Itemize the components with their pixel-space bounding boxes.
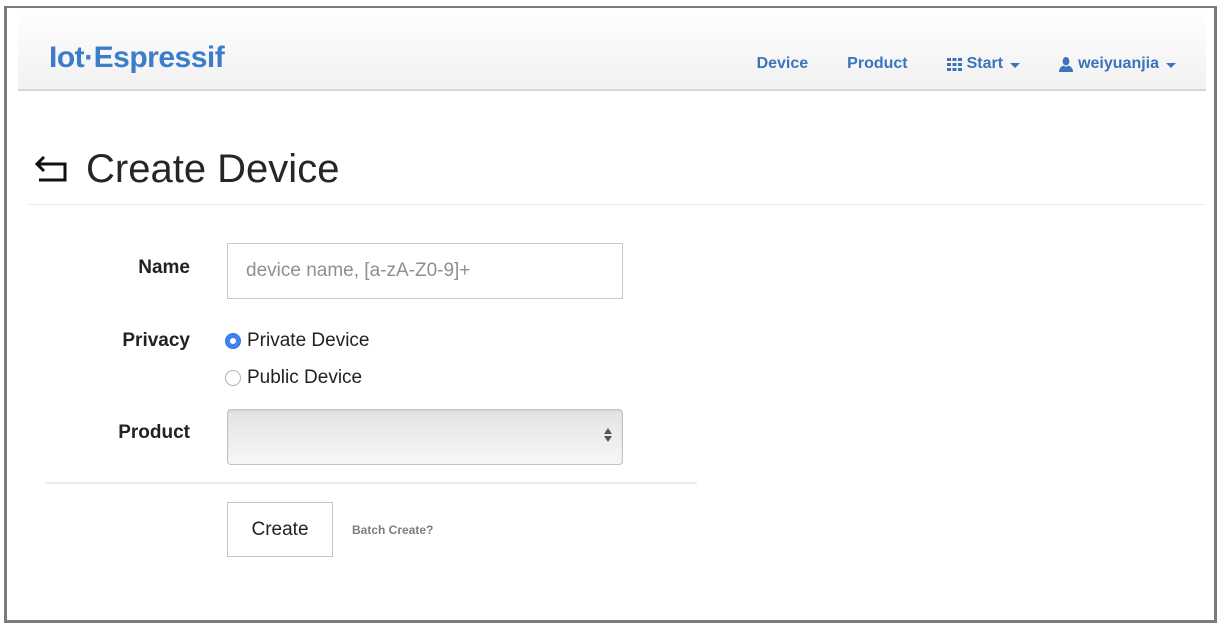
caret-down-icon <box>1010 62 1021 68</box>
name-label: Name <box>138 257 190 278</box>
product-select[interactable] <box>227 409 623 465</box>
select-arrows-icon <box>604 428 612 442</box>
radio-label: Private Device <box>247 330 370 351</box>
nav-item-product[interactable]: Product <box>847 55 907 73</box>
nav-menu: Device Product Start weiyuanjia <box>718 55 1176 73</box>
nav-item-user-dropdown[interactable]: weiyuanjia <box>1059 55 1176 73</box>
radio-public-device[interactable]: Public Device <box>225 367 362 389</box>
radio-private-device[interactable]: Private Device <box>225 330 370 352</box>
radio-checked-icon[interactable] <box>225 333 241 349</box>
browser-frame: Iot·Espressif Device Product Start weiyu… <box>4 6 1217 623</box>
divider <box>29 204 1205 205</box>
divider <box>45 482 697 484</box>
user-icon <box>1059 56 1074 72</box>
grid-icon <box>946 57 962 71</box>
nav-item-start-dropdown[interactable]: Start <box>946 55 1021 73</box>
nav-item-label: Device <box>756 55 809 72</box>
navbar: Iot·Espressif Device Product Start weiyu… <box>18 8 1206 91</box>
nav-item-label: Product <box>847 55 908 72</box>
radio-unchecked-icon[interactable] <box>225 370 241 386</box>
back-arrow-icon[interactable] <box>35 156 69 182</box>
radio-label: Public Device <box>247 367 363 388</box>
brand-logo[interactable]: Iot·Espressif <box>49 41 225 75</box>
page-title: Create Device <box>86 147 340 191</box>
batch-create-link[interactable]: Batch Create? <box>352 523 433 537</box>
privacy-label: Privacy <box>122 330 190 351</box>
page-header: Create Device <box>35 146 339 192</box>
nav-item-label: Start <box>966 55 1004 72</box>
caret-down-icon <box>1166 62 1176 68</box>
nav-item-label: weiyuanjia <box>1078 55 1159 72</box>
create-button[interactable]: Create <box>227 502 333 557</box>
nav-item-device[interactable]: Device <box>757 55 809 73</box>
device-name-input[interactable] <box>227 243 623 299</box>
product-label: Product <box>118 422 190 443</box>
